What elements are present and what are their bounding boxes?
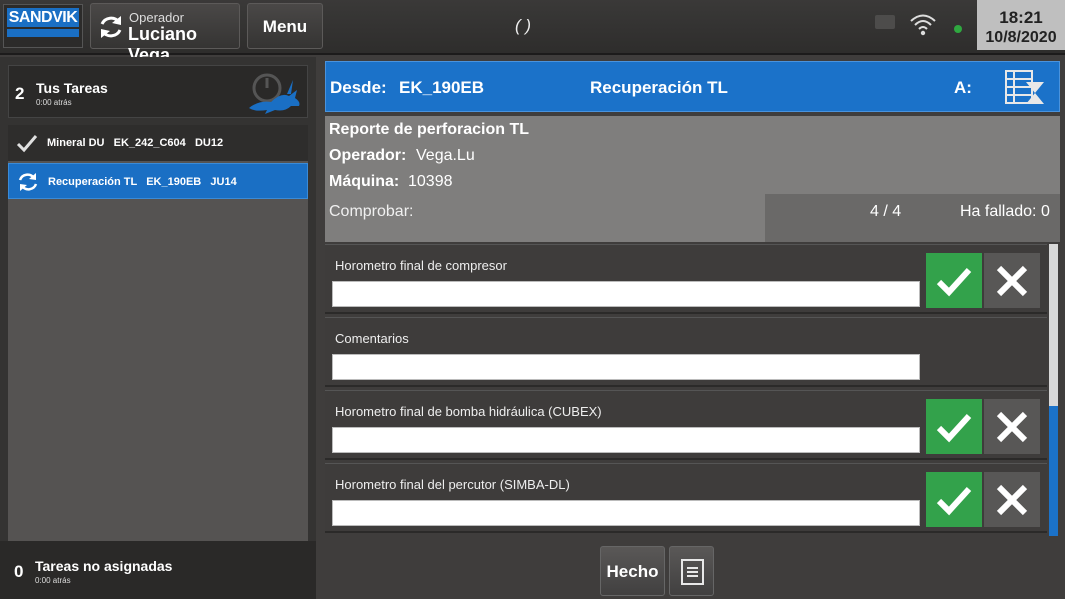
machine-field-label: Máquina: bbox=[329, 173, 400, 190]
clock-time: 18:21 bbox=[999, 8, 1043, 27]
document-button[interactable] bbox=[669, 546, 714, 596]
checkmark-icon bbox=[936, 413, 972, 443]
reject-button[interactable] bbox=[984, 253, 1040, 308]
done-label: Hecho bbox=[606, 562, 659, 581]
refresh-icon bbox=[100, 16, 122, 38]
operator-label: Operador bbox=[129, 10, 184, 25]
scrollbar[interactable] bbox=[1049, 244, 1058, 536]
connection-dot bbox=[954, 25, 962, 33]
logo-text: SANDVIK bbox=[7, 8, 79, 27]
task-item-label: Mineral DU EK_242_C604 DU12 bbox=[47, 137, 224, 149]
field-label: Horometro final del percutor (SIMBA-DL) bbox=[335, 477, 570, 492]
clock-date: 10/8/2020 bbox=[985, 29, 1057, 46]
close-icon bbox=[996, 265, 1028, 297]
logo-bar bbox=[7, 29, 79, 37]
report-title: Reporte de perforacion TL bbox=[329, 121, 530, 138]
close-icon bbox=[996, 411, 1028, 443]
task-list: Mineral DU EK_242_C604 DU12 Recuperación… bbox=[8, 125, 308, 580]
checkmark-icon bbox=[16, 135, 38, 153]
checklist-fields: Horometro final de compresor Comentarios… bbox=[325, 244, 1047, 536]
refresh-icon bbox=[18, 173, 38, 191]
checkmark-icon bbox=[936, 267, 972, 297]
operator-field-label: Operador: bbox=[329, 147, 407, 164]
tasks-count: 2 bbox=[15, 84, 25, 103]
rabbit-speed-icon bbox=[249, 73, 300, 114]
field-compressor-hours: Horometro final de compresor bbox=[325, 244, 1047, 314]
status-indicator bbox=[875, 15, 895, 29]
operator-field-value: Vega.Lu bbox=[416, 147, 475, 164]
task-item-recuperacion[interactable]: Recuperación TL EK_190EB JU14 bbox=[8, 163, 308, 199]
reject-button[interactable] bbox=[984, 472, 1040, 527]
field-comments: Comentarios bbox=[325, 317, 1047, 387]
percussion-hours-input[interactable] bbox=[332, 500, 920, 526]
failed-count: Ha fallado: 0 bbox=[960, 203, 1050, 220]
unassigned-subtitle: 0:00 atrás bbox=[35, 576, 71, 585]
tasks-subtitle: 0:00 atrás bbox=[36, 98, 72, 107]
approve-button[interactable] bbox=[926, 399, 982, 454]
unassigned-count: 0 bbox=[14, 562, 24, 581]
sandvik-logo: SANDVIK bbox=[3, 4, 83, 48]
check-summary: 4 / 4 Ha fallado: 0 bbox=[765, 194, 1060, 242]
field-label: Horometro final de compresor bbox=[335, 258, 507, 273]
approve-button[interactable] bbox=[926, 472, 982, 527]
machine-field-value: 10398 bbox=[408, 173, 453, 190]
report-info: Reporte de perforacion TL Operador: Vega… bbox=[325, 116, 1060, 242]
task-item-label: Recuperación TL EK_190EB JU14 bbox=[48, 176, 237, 188]
document-icon bbox=[681, 559, 704, 585]
route-bar: Desde: EK_190EB Recuperación TL A: bbox=[325, 61, 1060, 112]
field-hydraulic-pump-hours: Horometro final de bomba hidráulica (CUB… bbox=[325, 390, 1047, 460]
operator-button[interactable]: Operador Luciano Vega bbox=[90, 3, 240, 65]
clock: 18:21 10/8/2020 bbox=[977, 0, 1065, 50]
field-label: Comentarios bbox=[335, 331, 409, 346]
task-item-mineral[interactable]: Mineral DU EK_242_C604 DU12 bbox=[8, 125, 308, 161]
scrollbar-thumb[interactable] bbox=[1049, 406, 1058, 536]
done-button[interactable]: Hecho bbox=[600, 546, 665, 596]
status-text: ( ) bbox=[515, 16, 532, 35]
menu-button[interactable]: Menu bbox=[247, 3, 323, 49]
close-icon bbox=[996, 484, 1028, 516]
from-label: Desde: bbox=[330, 78, 387, 97]
wifi-icon bbox=[910, 14, 936, 36]
approve-button[interactable] bbox=[926, 253, 982, 308]
comments-input[interactable] bbox=[332, 354, 920, 380]
to-label: A: bbox=[954, 78, 972, 97]
checkmark-icon bbox=[936, 486, 972, 516]
unassigned-title: Tareas no asignadas bbox=[35, 558, 173, 574]
tasks-title: Tus Tareas bbox=[36, 80, 108, 96]
hydraulic-pump-hours-input[interactable] bbox=[332, 427, 920, 453]
unassigned-tasks-header[interactable]: 0 Tareas no asignadas 0:00 atrás bbox=[0, 541, 316, 599]
menu-label: Menu bbox=[262, 17, 308, 36]
field-label: Horometro final de bomba hidráulica (CUB… bbox=[335, 404, 602, 419]
from-value: EK_190EB bbox=[399, 78, 485, 97]
list-hourglass-icon[interactable] bbox=[1004, 68, 1046, 106]
task-detail: Desde: EK_190EB Recuperación TL A: Repor… bbox=[322, 57, 1065, 599]
top-bar: SANDVIK Operador Luciano Vega Menu ( ) 1… bbox=[0, 0, 1065, 65]
field-percussion-hours: Horometro final del percutor (SIMBA-DL) bbox=[325, 463, 1047, 533]
check-ratio: 4 / 4 bbox=[870, 203, 902, 220]
my-tasks-header[interactable]: 2 Tus Tareas 0:00 atrás bbox=[8, 65, 308, 118]
check-label: Comprobar: bbox=[329, 203, 414, 220]
compressor-hours-input[interactable] bbox=[332, 281, 920, 307]
task-sidebar: 2 Tus Tareas 0:00 atrás Mineral DU EK_24… bbox=[0, 57, 316, 599]
task-name: Recuperación TL bbox=[590, 78, 728, 97]
reject-button[interactable] bbox=[984, 399, 1040, 454]
